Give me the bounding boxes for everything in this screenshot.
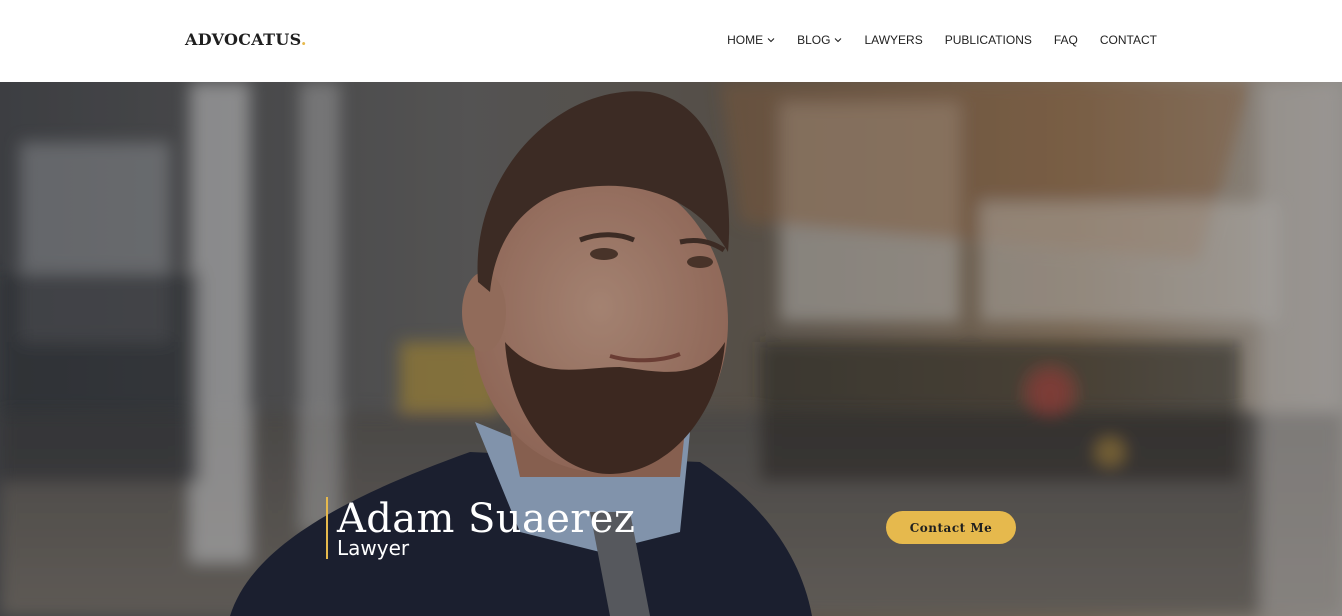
- nav-item-publications[interactable]: PUBLICATIONS: [945, 33, 1032, 47]
- nav-item-label: LAWYERS: [864, 33, 923, 47]
- top-navbar: ADVOCATUS. HOME BLOG LAWYERS PUBLICATION…: [0, 0, 1342, 82]
- nav-item-faq[interactable]: FAQ: [1054, 33, 1078, 47]
- brand-logo[interactable]: ADVOCATUS.: [185, 30, 307, 49]
- nav-item-blog[interactable]: BLOG: [797, 33, 842, 47]
- nav-item-label: BLOG: [797, 33, 831, 47]
- hero-title-block: Adam Suaerez Lawyer: [326, 497, 635, 559]
- hero-name: Adam Suaerez: [337, 496, 636, 542]
- nav-item-label: PUBLICATIONS: [944, 33, 1032, 47]
- nav-item-label: HOME: [727, 33, 764, 47]
- brand-dot: .: [300, 30, 307, 49]
- contact-me-button[interactable]: Contact Me: [886, 511, 1016, 544]
- main-menu: HOME BLOG LAWYERS PUBLICATIONS FAQ CONTA…: [727, 33, 1157, 47]
- nav-item-contact[interactable]: CONTACT: [1100, 33, 1157, 47]
- hero-overlay: [0, 82, 1342, 616]
- chevron-down-icon: [767, 36, 775, 44]
- nav-item-label: CONTACT: [1099, 33, 1157, 47]
- chevron-down-icon: [834, 36, 842, 44]
- nav-item-lawyers[interactable]: LAWYERS: [864, 33, 922, 47]
- hero-section: Adam Suaerez Lawyer Contact Me: [0, 82, 1342, 616]
- nav-item-home[interactable]: HOME: [727, 33, 775, 47]
- nav-item-label: FAQ: [1053, 33, 1078, 47]
- brand-name: ADVOCATUS: [185, 30, 301, 49]
